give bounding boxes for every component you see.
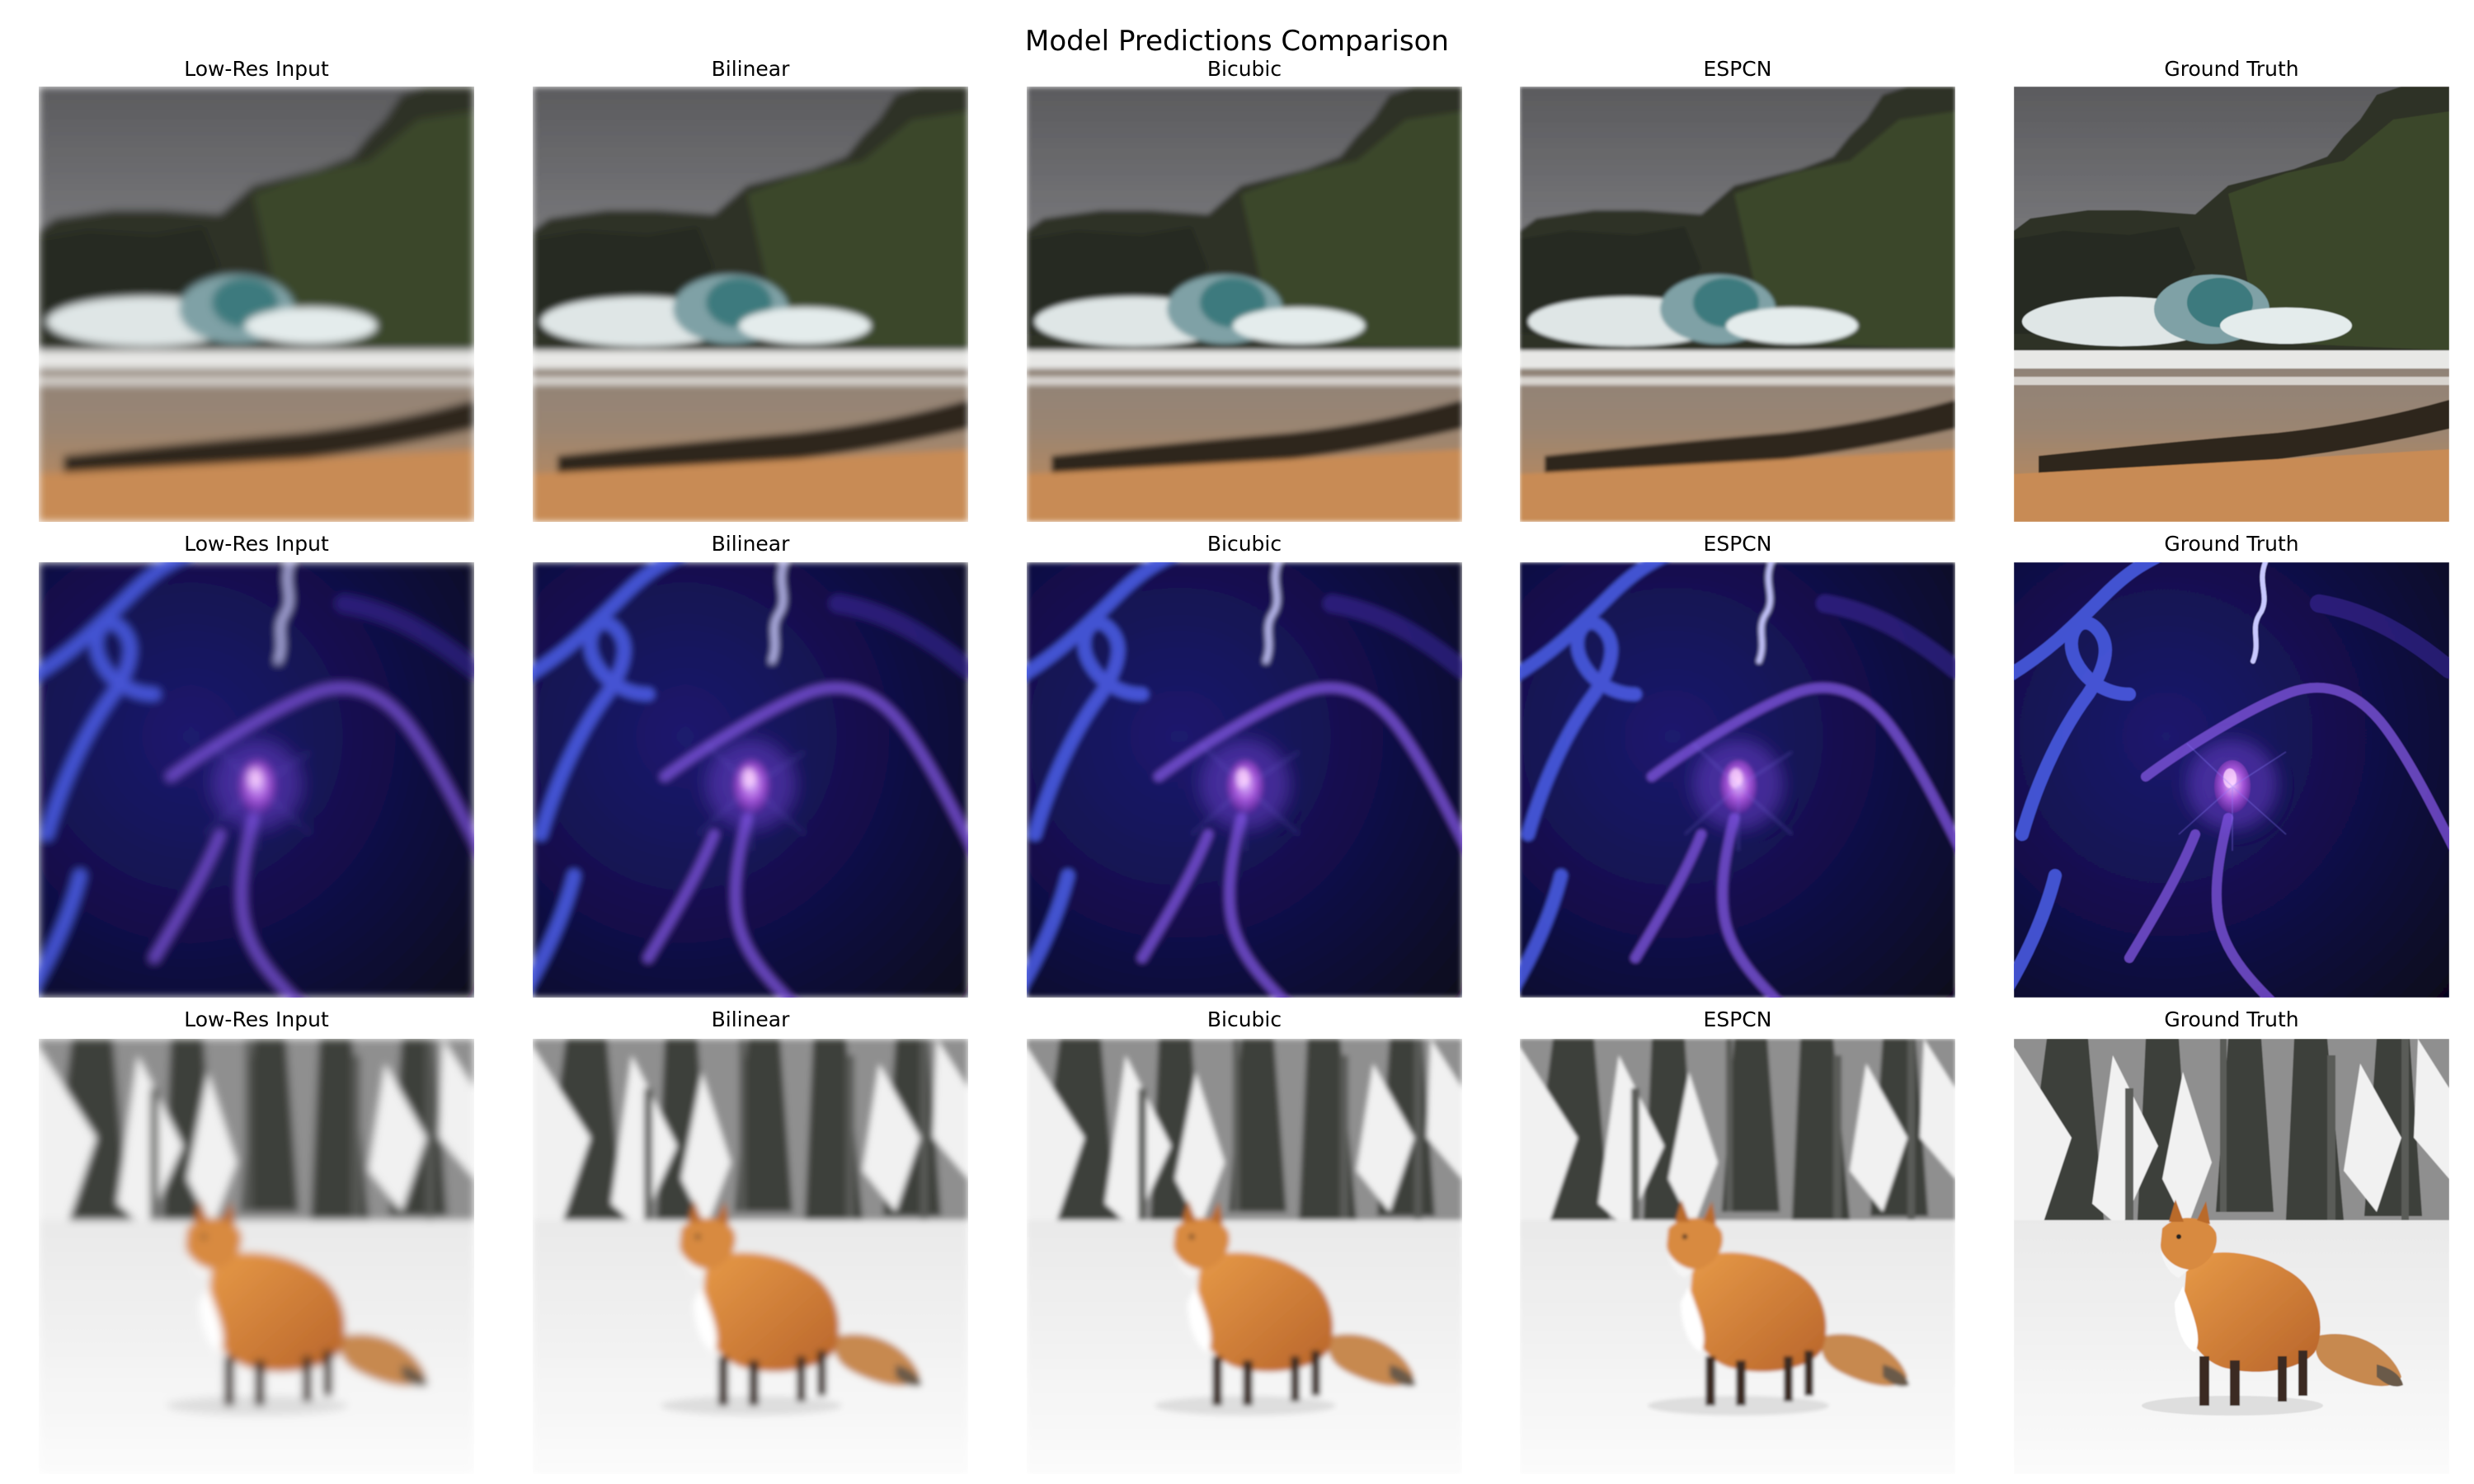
panel-title-row3-lowres: Low-Res Input <box>184 1007 329 1031</box>
image-row3-espcn <box>1520 1039 1955 1474</box>
image-row2-bilinear <box>533 562 968 998</box>
image-row3-lowres <box>39 1039 474 1474</box>
image-row1-ground-truth <box>2014 87 2449 522</box>
panel-title-row2-bicubic: Bicubic <box>1206 532 1282 556</box>
figure-title: Model Predictions Comparison <box>1025 25 1449 58</box>
panel-title-row1-bilinear: Bilinear <box>711 57 790 81</box>
panel-title-row2-ground-truth: Ground Truth <box>2164 532 2299 556</box>
panel-title-row3-ground-truth: Ground Truth <box>2164 1007 2299 1031</box>
image-row3-bicubic <box>1027 1039 1462 1474</box>
panel-title-row1-ground-truth: Ground Truth <box>2164 57 2299 81</box>
image-row1-lowres <box>39 87 474 522</box>
image-row2-lowres <box>39 562 474 998</box>
image-row2-espcn <box>1520 562 1955 998</box>
image-row2-ground-truth <box>2014 562 2449 998</box>
panel-title-row2-espcn: ESPCN <box>1703 532 1772 556</box>
panel-title-row3-espcn: ESPCN <box>1703 1007 1772 1031</box>
image-row3-ground-truth <box>2014 1039 2449 1474</box>
panel-title-row3-bilinear: Bilinear <box>711 1007 790 1031</box>
panel-title-row3-bicubic: Bicubic <box>1206 1007 1282 1031</box>
image-row1-bilinear <box>533 87 968 522</box>
image-row1-espcn <box>1520 87 1955 522</box>
panel-title-row1-espcn: ESPCN <box>1703 57 1772 81</box>
panel-title-row1-bicubic: Bicubic <box>1206 57 1282 81</box>
image-row3-bilinear <box>533 1039 968 1474</box>
panel-title-row2-bilinear: Bilinear <box>711 532 790 556</box>
panel-title-row2-lowres: Low-Res Input <box>184 532 329 556</box>
image-row2-bicubic <box>1027 562 1462 998</box>
panel-title-row1-lowres: Low-Res Input <box>184 57 329 81</box>
image-row1-bicubic <box>1027 87 1462 522</box>
